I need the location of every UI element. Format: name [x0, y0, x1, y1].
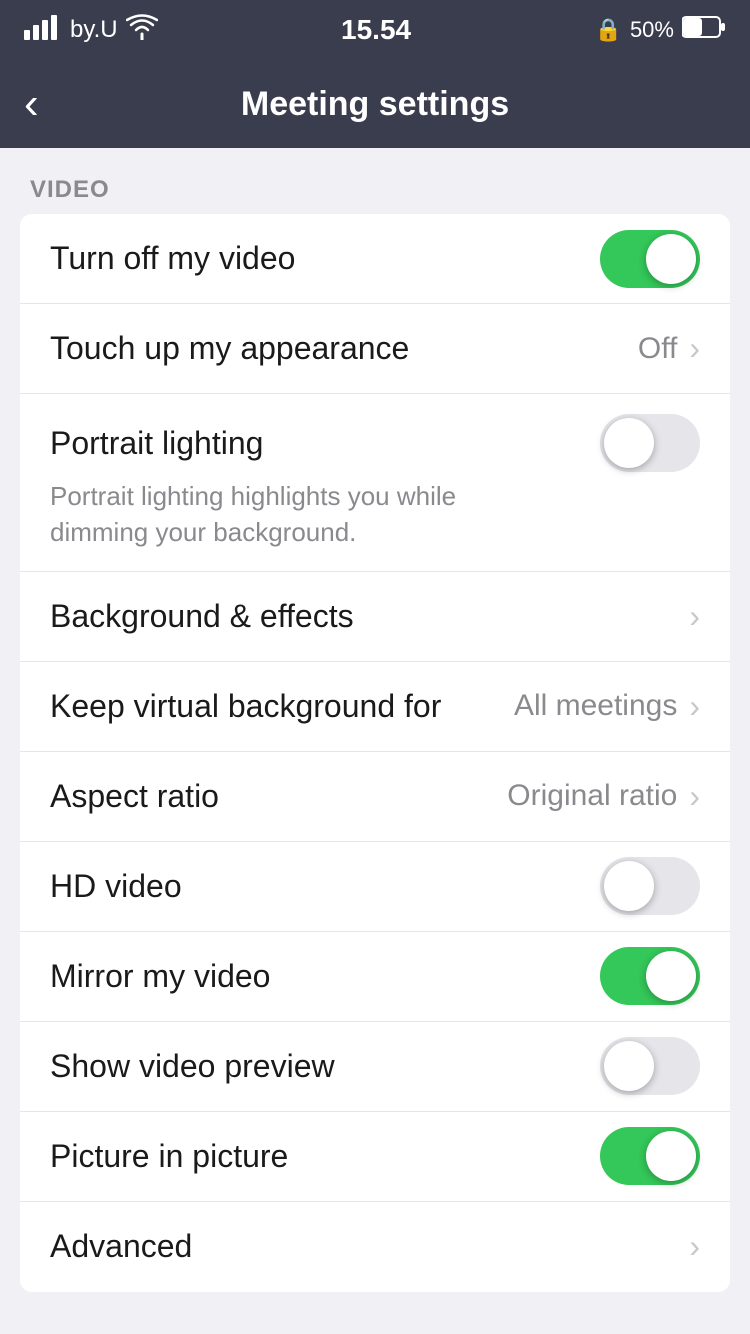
aspect-ratio-label: Aspect ratio [50, 778, 507, 815]
portrait-lighting-label: Portrait lighting [50, 425, 263, 462]
settings-item-touch-up[interactable]: Touch up my appearance Off › [20, 304, 730, 394]
settings-item-turn-off-video[interactable]: Turn off my video [20, 214, 730, 304]
background-effects-label: Background & effects [50, 598, 689, 635]
video-preview-label: Show video preview [50, 1048, 600, 1085]
page-title: Meeting settings [241, 85, 509, 124]
back-button[interactable]: ‹ [24, 82, 39, 126]
keep-virtual-bg-label: Keep virtual background for [50, 688, 514, 725]
keep-virtual-bg-value: All meetings [514, 689, 677, 723]
mirror-video-toggle[interactable] [600, 947, 700, 1005]
content-area: VIDEO Turn off my video Touch up my appe… [0, 148, 750, 1292]
touch-up-label: Touch up my appearance [50, 330, 638, 367]
toggle-thumb [604, 418, 654, 468]
portrait-lighting-toggle[interactable] [600, 414, 700, 472]
carrier-label: by.U [70, 16, 118, 44]
settings-item-aspect-ratio[interactable]: Aspect ratio Original ratio › [20, 752, 730, 842]
toggle-thumb [604, 1041, 654, 1091]
toggle-thumb [646, 234, 696, 284]
hd-video-toggle[interactable] [600, 857, 700, 915]
toggle-thumb [646, 951, 696, 1001]
status-time: 15.54 [341, 14, 411, 46]
settings-item-pip[interactable]: Picture in picture [20, 1112, 730, 1202]
touch-up-value: Off [638, 332, 677, 366]
hd-video-label: HD video [50, 868, 600, 905]
settings-item-mirror-video[interactable]: Mirror my video [20, 932, 730, 1022]
battery-percent: 50% [630, 17, 674, 43]
page-title-text: Meeting settings [241, 85, 509, 123]
battery-icon [682, 15, 726, 45]
toggle-thumb [646, 1131, 696, 1181]
status-left: by.U [24, 14, 158, 47]
portrait-lighting-desc: Portrait lighting highlights you while d… [50, 478, 530, 551]
background-effects-chevron: › [689, 598, 700, 635]
status-right: 🔒 50% [595, 15, 726, 45]
settings-item-advanced[interactable]: Advanced › [20, 1202, 730, 1292]
wifi-icon [126, 14, 158, 47]
touch-up-chevron: › [689, 330, 700, 367]
mirror-video-label: Mirror my video [50, 958, 600, 995]
section-header-video: VIDEO [0, 148, 750, 214]
settings-list-video: Turn off my video Touch up my appearance… [20, 214, 730, 1292]
pip-label: Picture in picture [50, 1138, 600, 1175]
settings-item-portrait-lighting[interactable]: Portrait lighting Portrait lighting high… [20, 394, 730, 572]
status-bar: by.U 15.54 🔒 50% [0, 0, 750, 60]
lock-icon: 🔒 [595, 17, 622, 43]
advanced-label: Advanced [50, 1228, 689, 1265]
toggle-thumb [604, 861, 654, 911]
settings-item-background-effects[interactable]: Background & effects › [20, 572, 730, 662]
signal-icon [24, 14, 62, 47]
video-preview-toggle[interactable] [600, 1037, 700, 1095]
aspect-ratio-chevron: › [689, 778, 700, 815]
advanced-chevron: › [689, 1228, 700, 1265]
turn-off-video-label: Turn off my video [50, 240, 600, 277]
nav-bar: ‹ Meeting settings [0, 60, 750, 148]
turn-off-video-toggle[interactable] [600, 230, 700, 288]
settings-item-video-preview[interactable]: Show video preview [20, 1022, 730, 1112]
pip-toggle[interactable] [600, 1127, 700, 1185]
settings-item-hd-video[interactable]: HD video [20, 842, 730, 932]
aspect-ratio-value: Original ratio [507, 779, 677, 813]
keep-virtual-bg-chevron: › [689, 688, 700, 725]
settings-item-keep-virtual-bg[interactable]: Keep virtual background for All meetings… [20, 662, 730, 752]
